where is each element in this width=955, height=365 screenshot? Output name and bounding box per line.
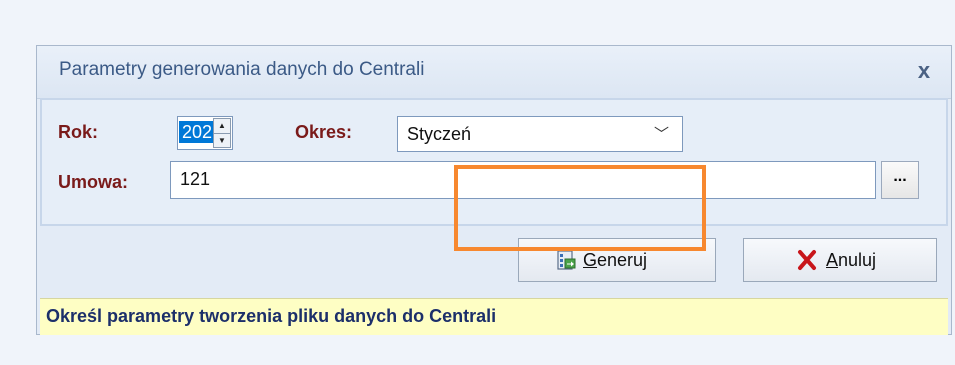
red-x-icon xyxy=(798,250,816,270)
dialog-title: Parametry generowania danych do Centrali xyxy=(59,59,425,80)
generate-mnemonic: G xyxy=(583,250,598,270)
generate-file-icon xyxy=(557,250,576,270)
chevron-down-icon: ﹀ xyxy=(653,126,669,143)
spin-up-icon[interactable]: ▲ xyxy=(214,119,230,133)
generate-label: Generuj xyxy=(583,250,647,271)
cancel-label: Anuluj xyxy=(826,250,876,271)
dialog-window: Parametry generowania danych do Centrali… xyxy=(36,45,952,335)
cancel-label-rest: nuluj xyxy=(838,250,877,270)
umowa-input[interactable]: 121 xyxy=(170,161,876,199)
generate-button[interactable]: Generuj xyxy=(518,238,716,282)
umowa-label: Umowa: xyxy=(58,172,129,192)
title-bar: Parametry generowania danych do Centrali… xyxy=(37,46,951,99)
generate-label-rest: eneruj xyxy=(597,250,648,270)
okres-select[interactable]: Styczeń ﹀ xyxy=(397,116,683,152)
cancel-button[interactable]: Anuluj xyxy=(743,238,937,282)
year-spinner[interactable]: ▲ ▼ xyxy=(213,118,231,148)
spin-down-icon[interactable]: ▼ xyxy=(214,133,230,148)
parameters-panel: Rok: 2021 ▲ ▼ Okres: Styczeń ﹀ Umowa: 12… xyxy=(40,98,948,226)
okres-label: Okres: xyxy=(295,122,353,142)
okres-selected-value: Styczeń xyxy=(407,124,472,144)
year-spinner-input[interactable]: 2021 ▲ ▼ xyxy=(177,116,233,150)
status-text: Określ parametry tworzenia pliku danych … xyxy=(46,306,497,326)
rok-label: Rok: xyxy=(58,122,98,142)
browse-button[interactable]: ... xyxy=(881,161,919,199)
status-bar: Określ parametry tworzenia pliku danych … xyxy=(40,298,948,335)
cancel-mnemonic: A xyxy=(826,250,839,270)
close-button[interactable]: x xyxy=(911,58,937,84)
close-icon: x xyxy=(917,58,931,83)
button-row: Generuj Anuluj xyxy=(37,226,951,293)
umowa-value: 121 xyxy=(180,169,211,189)
